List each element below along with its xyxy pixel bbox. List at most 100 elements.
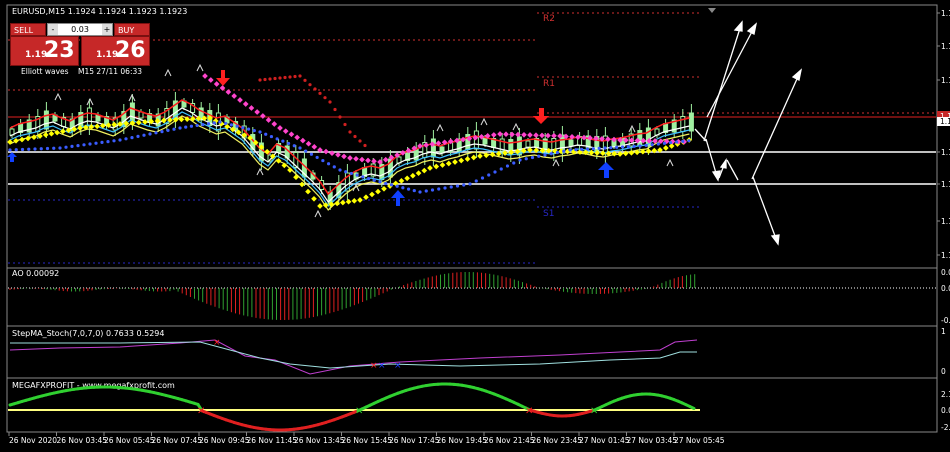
trend-dot bbox=[406, 187, 411, 191]
trend-dot bbox=[675, 140, 679, 144]
stop-dot bbox=[248, 105, 255, 111]
psar-dot bbox=[311, 195, 317, 202]
mega-cross-mark: ✕ bbox=[355, 406, 363, 417]
ma-yellow-line bbox=[9, 115, 690, 211]
stoch-tick-bottom: 0 bbox=[941, 367, 946, 376]
time-label: 26 Nov 05:45 bbox=[104, 436, 155, 445]
lot-decrease-button[interactable]: - bbox=[48, 24, 58, 35]
shift-marker-icon[interactable] bbox=[708, 8, 716, 13]
timeframe-label: M15 27/11 06:33 bbox=[78, 67, 143, 76]
trend-dot bbox=[524, 157, 528, 161]
trend-dot bbox=[638, 144, 642, 148]
trend-dot bbox=[189, 124, 194, 128]
trend-dot bbox=[597, 146, 601, 150]
trend-dot bbox=[512, 161, 516, 165]
candle-body bbox=[525, 140, 531, 148]
trend-dot bbox=[246, 127, 251, 131]
mega-tick-bottom: -2.1368 bbox=[941, 423, 950, 432]
trend-dot bbox=[487, 173, 491, 177]
time-label: 27 Nov 03:45 bbox=[627, 436, 678, 445]
trend-dot bbox=[292, 144, 296, 148]
trend-dot bbox=[474, 179, 478, 183]
trend-dot bbox=[124, 137, 128, 141]
time-label: 27 Nov 01:45 bbox=[579, 436, 630, 445]
stop-dot bbox=[282, 128, 289, 134]
candle-body bbox=[637, 130, 643, 146]
trend-dot bbox=[142, 133, 146, 137]
trend-dot bbox=[656, 142, 660, 146]
trend-dot bbox=[178, 126, 182, 130]
trend-dot bbox=[148, 132, 152, 136]
stop-dot bbox=[335, 151, 341, 158]
trend-dot bbox=[499, 167, 503, 171]
price-tick-label: 1.1940 bbox=[941, 76, 950, 85]
psar-dot bbox=[31, 134, 37, 141]
trend-dot bbox=[166, 128, 170, 132]
stop-dot bbox=[237, 97, 243, 103]
stop-dot bbox=[347, 155, 353, 161]
psar-dot bbox=[421, 167, 428, 174]
psar-dot bbox=[477, 153, 483, 159]
psar-dot bbox=[287, 167, 293, 173]
chart-canvas[interactable]: EURUSD,M15 1.1924 1.1924 1.1923 1.1923 R… bbox=[0, 0, 950, 452]
candle-body bbox=[439, 146, 445, 154]
candle-body bbox=[482, 137, 488, 145]
ao-histogram bbox=[9, 272, 696, 320]
trend-dot bbox=[33, 147, 37, 151]
buy-button[interactable]: BUY bbox=[114, 23, 150, 36]
trend-dot bbox=[348, 130, 352, 134]
sell-button[interactable]: SELL bbox=[10, 23, 46, 36]
fractal-mark bbox=[196, 63, 204, 72]
price-tick-label: 1.1970 bbox=[941, 9, 950, 18]
trend-dot bbox=[130, 136, 134, 140]
price-tick-label: 1.1896 bbox=[941, 180, 950, 189]
mega-segment bbox=[688, 405, 696, 411]
stop-dot bbox=[551, 132, 557, 139]
trend-dot bbox=[443, 186, 447, 190]
trend-dot bbox=[313, 87, 317, 91]
trend-dot bbox=[418, 190, 422, 194]
trend-dot bbox=[106, 140, 110, 144]
fractal-mark bbox=[164, 68, 172, 77]
sell-price-big: 23 bbox=[44, 38, 75, 63]
strategy-label: Elliott waves bbox=[21, 67, 69, 76]
lot-size-field[interactable]: - 0.03 + bbox=[47, 23, 113, 36]
sell-price-button[interactable]: 1.19 23 bbox=[10, 36, 79, 66]
lot-increase-button[interactable]: + bbox=[102, 24, 112, 35]
trend-dot bbox=[45, 146, 50, 151]
price-axis[interactable]: 1.1970 1.1955 1.1940 1.1909 1.1896 1.1880 1.18… bbox=[937, 9, 950, 260]
price-tick-label: 1.1880 bbox=[941, 217, 950, 226]
stop-dot bbox=[323, 148, 329, 155]
trend-dot bbox=[206, 122, 211, 126]
trend-dot bbox=[154, 131, 158, 135]
trend-dot bbox=[241, 126, 245, 130]
trend-dot bbox=[172, 127, 176, 131]
trend-dot bbox=[568, 148, 572, 152]
trend-dot bbox=[333, 107, 337, 112]
time-axis[interactable]: 26 Nov 2020 26 Nov 03:4526 Nov 05:4526 No… bbox=[8, 432, 725, 445]
pivot-label-s1: S1 bbox=[543, 209, 554, 219]
psar-dot bbox=[351, 198, 358, 204]
buy-price-big: 26 bbox=[115, 38, 146, 63]
stop-dot bbox=[329, 150, 335, 157]
psar-dot bbox=[415, 170, 422, 176]
psar-dot bbox=[25, 135, 31, 142]
trend-dot bbox=[288, 75, 292, 79]
stop-dot bbox=[533, 132, 539, 139]
trend-dot bbox=[263, 77, 267, 82]
time-label: 26 Nov 09:45 bbox=[199, 436, 250, 445]
trend-dot bbox=[118, 138, 122, 142]
trend-dot bbox=[468, 182, 472, 186]
trend-dot bbox=[8, 148, 12, 152]
stoch-cross-mark: × bbox=[394, 361, 402, 371]
trend-dot bbox=[384, 181, 388, 186]
psar-dot bbox=[410, 172, 416, 179]
stop-dot bbox=[365, 157, 371, 164]
trend-dot bbox=[378, 180, 382, 184]
trend-dot bbox=[309, 152, 314, 156]
mega-cross-mark: ✕ bbox=[525, 406, 533, 417]
trend-dot bbox=[218, 120, 222, 124]
buy-price-button[interactable]: 1.19 26 bbox=[81, 36, 150, 66]
lot-size-value[interactable]: 0.03 bbox=[58, 24, 102, 35]
time-label: 26 Nov 21:45 bbox=[484, 436, 535, 445]
